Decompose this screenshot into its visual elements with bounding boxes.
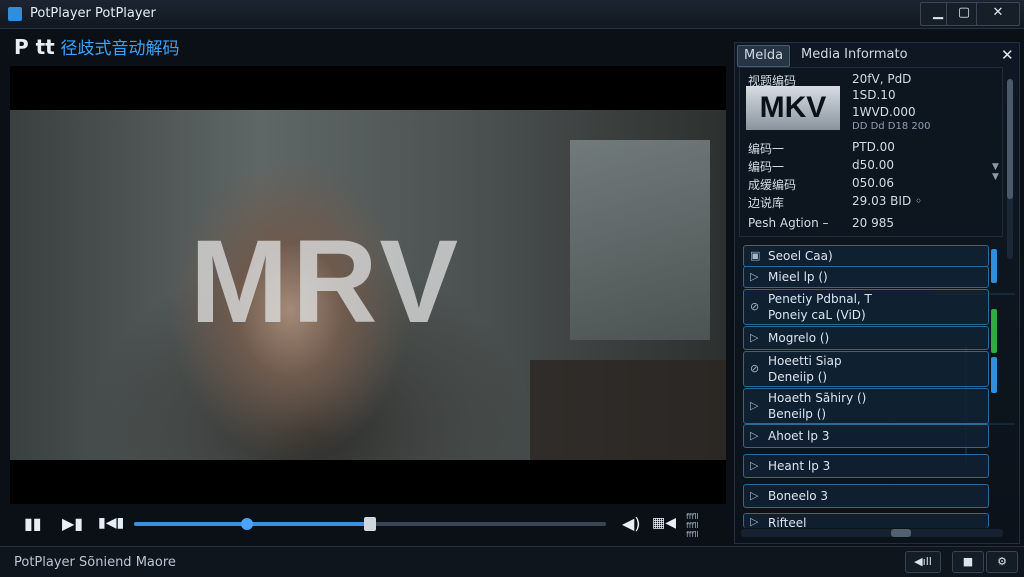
list-item[interactable]: ▷ Mogrelo (): [743, 326, 989, 350]
list-item-label: Hoeetti Siap: [768, 354, 842, 368]
info-readout: fffll fffll fffll: [686, 512, 699, 539]
list-item[interactable]: ▷ Ahoet lp 3: [743, 424, 989, 448]
info-label: Pesh Agtion –: [748, 216, 829, 230]
list-item-label: Ahoet lp 3: [768, 429, 830, 443]
playback-controls: ▮▮ ▶▮ ▮◀▮ ◀) ▦◀ fffll fffll fffll: [10, 506, 726, 542]
list-item-label: Beneilp (): [768, 407, 827, 421]
settings-button[interactable]: ⚙: [986, 551, 1018, 573]
info-value: 20 985: [852, 216, 894, 230]
item-icon: ▷: [750, 429, 759, 442]
list-item-label: Boneelo 3: [768, 489, 829, 503]
item-icon: ▷: [750, 459, 759, 472]
info-value: 1SD.10: [852, 88, 896, 102]
list-item-label: Mieel lp (): [768, 270, 828, 284]
info-scroll-arrows[interactable]: ▼ ▼: [992, 162, 999, 182]
info-label: 编码一: [748, 142, 785, 156]
info-label: 边说库: [748, 196, 785, 210]
video-frame[interactable]: MRV: [10, 110, 726, 460]
list-item[interactable]: ▷ Hoaeth Sãhiry () Beneilp (): [743, 388, 989, 424]
equalizer-icon[interactable]: ▦◀: [652, 515, 676, 531]
list-item-label: Mogrelo (): [768, 331, 830, 345]
player-logo: P tt: [14, 35, 55, 59]
audio-button[interactable]: ◀ıll: [905, 551, 941, 573]
info-line: fffll: [686, 521, 699, 530]
list-item-label: Seoel Caa): [768, 249, 833, 263]
list-horizontal-scrollbar[interactable]: [741, 529, 1003, 537]
list-item[interactable]: ▷ Rifteel: [743, 513, 989, 530]
list-item[interactable]: ▷ Mieel lp (): [743, 266, 989, 288]
seek-buffer-handle[interactable]: [364, 517, 376, 531]
info-label: 编码一: [748, 160, 785, 174]
list-item-label: Penetiy Pdbnal, T: [768, 292, 872, 306]
info-label: 成缓编码: [748, 178, 797, 192]
item-icon: ▷: [750, 489, 759, 502]
item-icon: ▷: [750, 331, 759, 344]
info-value: 1WVD.000: [852, 105, 916, 119]
item-icon: ▷: [750, 515, 759, 528]
list-accent-bar: [991, 249, 997, 283]
volume-icon[interactable]: ◀): [622, 514, 641, 533]
list-item-label: Hoaeth Sãhiry (): [768, 391, 867, 405]
video-area[interactable]: MRV: [10, 66, 726, 504]
item-icon: ⊘: [750, 300, 760, 313]
seek-position-knob[interactable]: [241, 518, 254, 530]
seek-bar[interactable]: [134, 517, 606, 531]
video-overlay-text: MRV: [190, 216, 463, 348]
media-info-panel: Melda Media Informato ✕ 视题编码 20fV, PdD M…: [734, 42, 1020, 544]
info-value: 29.03 BID ◦: [852, 194, 923, 208]
mkv-badge: MKV: [746, 86, 840, 130]
background-shelf: [530, 360, 726, 460]
close-window-button[interactable]: ✕: [976, 2, 1020, 26]
list-item-label: Deneiip (): [768, 370, 828, 384]
app-icon: [8, 7, 22, 21]
pause-icon[interactable]: ▮▮: [24, 514, 42, 533]
next-icon[interactable]: ▶▮: [62, 514, 83, 533]
tab-media-information[interactable]: Media Informato: [795, 45, 914, 65]
list-item[interactable]: ▣ Seoel Caa): [743, 245, 989, 267]
list-item[interactable]: ▷ Boneelo 3: [743, 484, 989, 508]
panel-close-icon[interactable]: ✕: [1001, 46, 1014, 64]
media-info-box: 视题编码 20fV, PdD MKV 1SD.10 1WVD.000 DD Dd…: [739, 67, 1003, 237]
info-value: d50.00: [852, 158, 894, 172]
info-line: fffll: [686, 512, 699, 521]
status-text: PotPlayer Sõniend Maore: [14, 555, 176, 570]
window-title: PotPlayer PotPlayer: [30, 6, 156, 21]
list-accent-bar: [991, 309, 997, 353]
item-icon: ⊘: [750, 362, 760, 375]
list-accent-bar: [991, 357, 997, 393]
player-header: P tt 径歧式音动解码: [14, 34, 179, 59]
list-item-label: Heant lp 3: [768, 459, 831, 473]
list-item[interactable]: ⊘ Hoeetti Siap Deneiip (): [743, 351, 989, 387]
info-value: PTD.00: [852, 140, 895, 154]
tab-media[interactable]: Melda: [737, 45, 791, 67]
list-item[interactable]: ▷ Heant lp 3: [743, 454, 989, 478]
list-horizontal-scrollbar-thumb[interactable]: [891, 529, 911, 537]
title-bar: PotPlayer PotPlayer ▁ ▢ ✕: [0, 0, 1024, 29]
info-value: DD Dd D18 200: [852, 121, 931, 132]
info-scrollbar[interactable]: [1007, 79, 1013, 259]
info-value: 050.06: [852, 176, 894, 190]
list-item[interactable]: ⊘ Penetiy Pdbnal, T Poneiy caL (ViD): [743, 289, 989, 325]
info-line: fffll: [686, 530, 699, 539]
item-icon: ▣: [750, 249, 761, 262]
background-window: [570, 140, 710, 340]
item-icon: ▷: [750, 270, 759, 283]
info-value: 20fV, PdD: [852, 72, 912, 86]
info-scrollbar-thumb[interactable]: [1007, 79, 1013, 199]
status-bar: PotPlayer Sõniend Maore ◀ıll ■ ⚙: [0, 546, 1024, 577]
stop-button[interactable]: ■: [952, 551, 984, 573]
frame-step-icon[interactable]: ▮◀▮: [98, 515, 124, 531]
item-icon: ▷: [750, 399, 759, 412]
list-item-label: Poneiy caL (ViD): [768, 308, 866, 322]
player-subtitle: 径歧式音动解码: [60, 39, 180, 59]
